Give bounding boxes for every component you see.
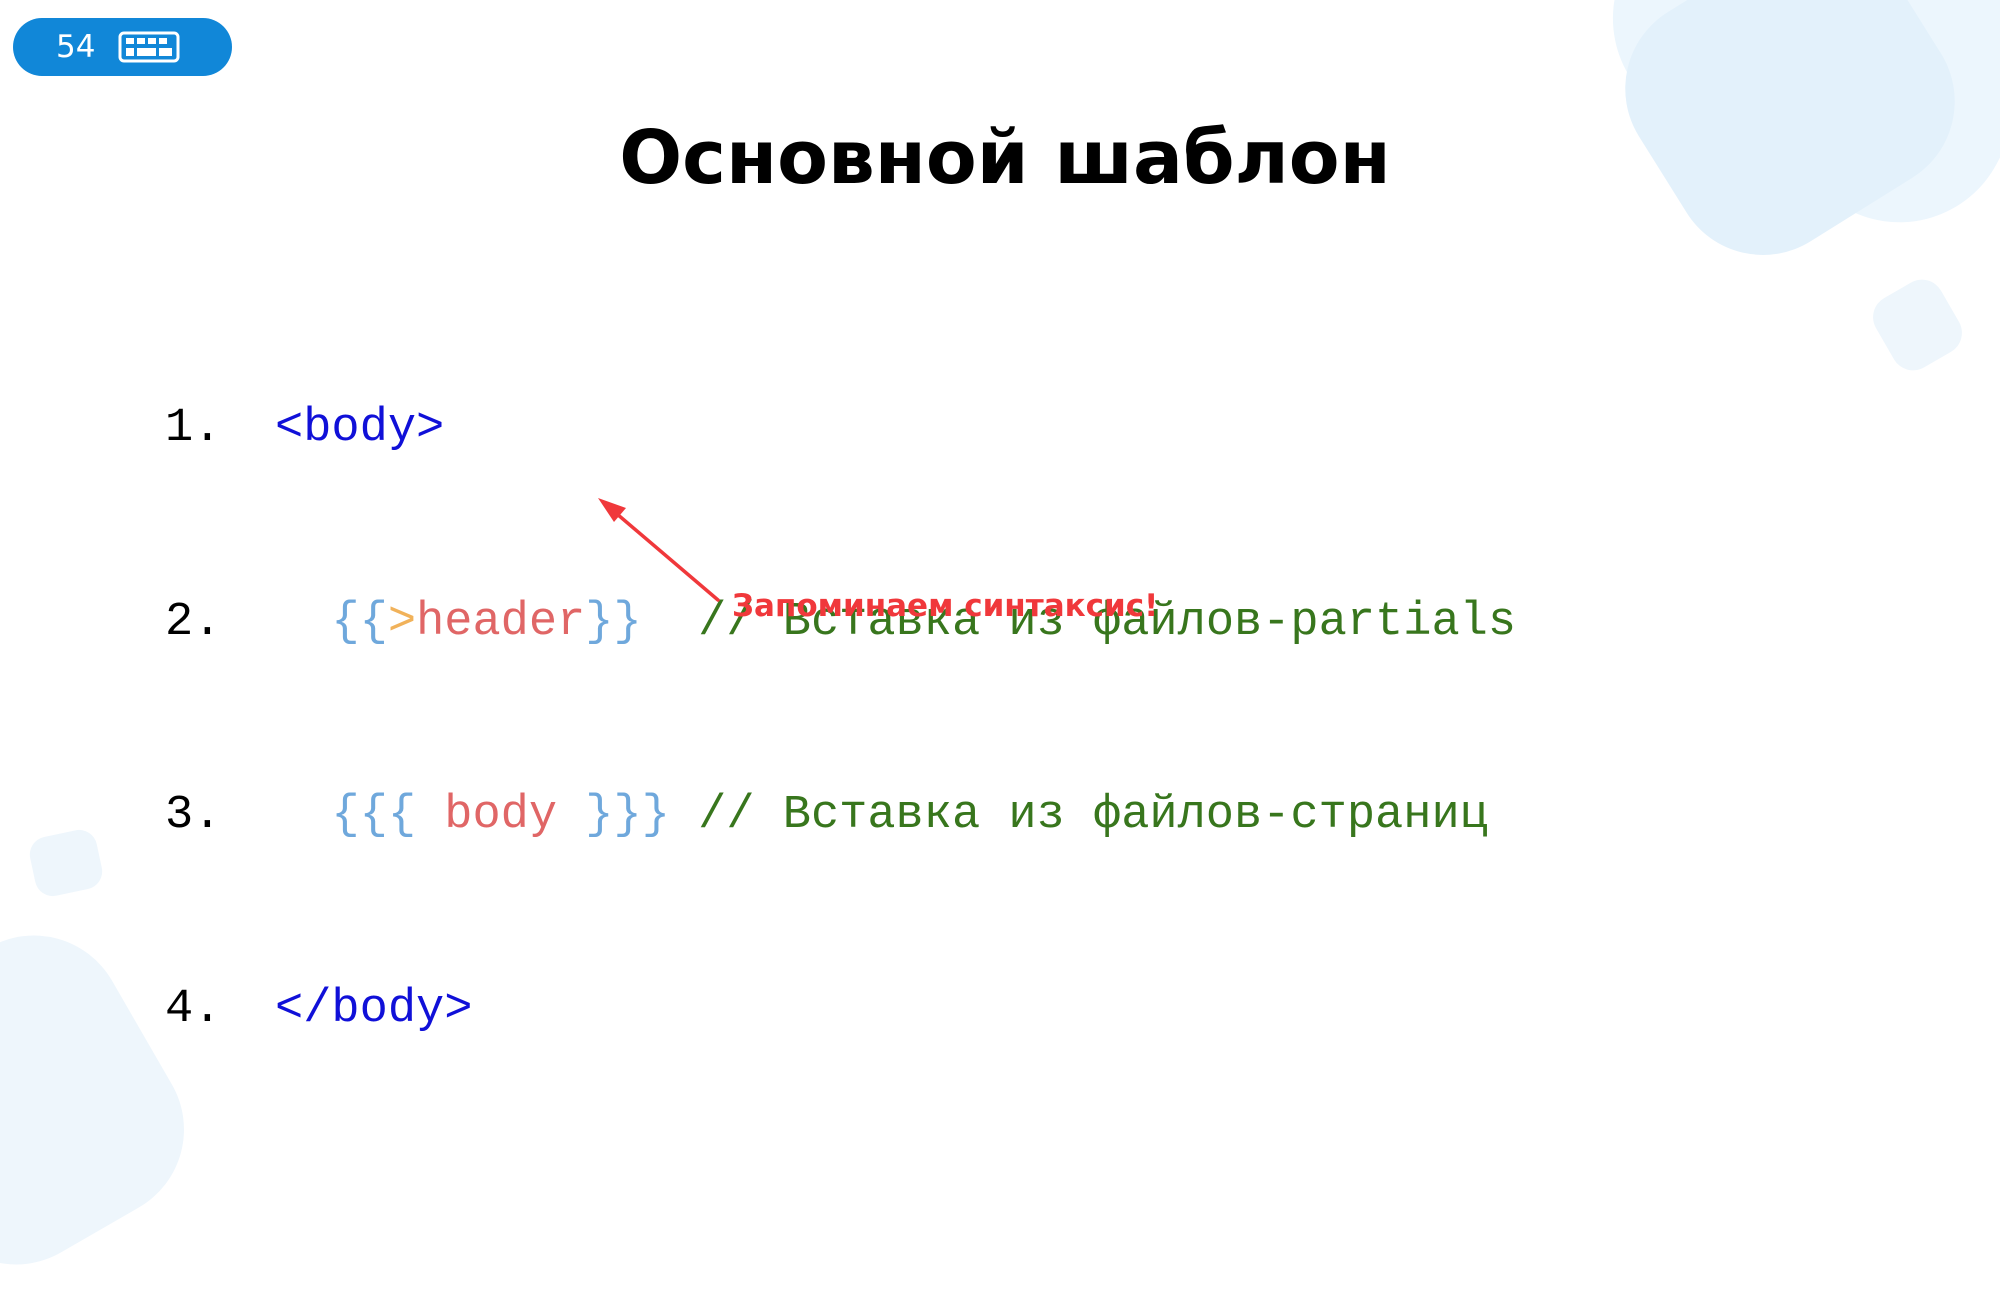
annotation-text: Запоминаем синтаксис! [732,588,1159,624]
annotation-arrow [598,498,720,602]
